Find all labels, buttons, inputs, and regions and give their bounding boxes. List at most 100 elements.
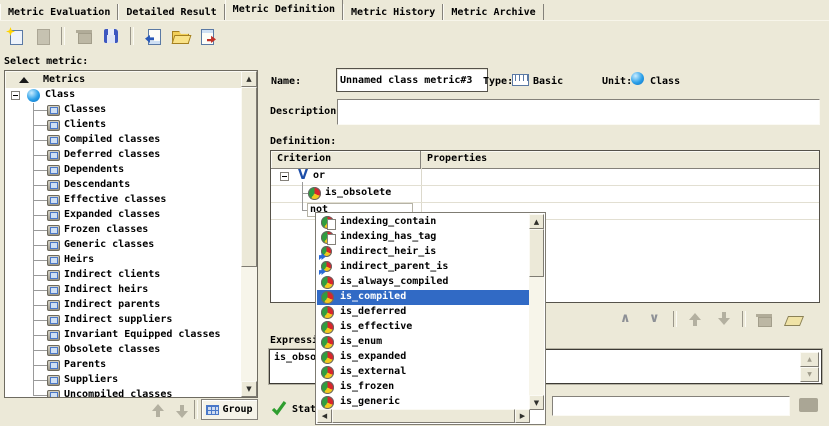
- criterion-icon: [308, 187, 321, 200]
- and-criterion-button[interactable]: [615, 308, 637, 330]
- toolbar-separator: [673, 311, 677, 327]
- class-unit-icon: [27, 89, 40, 102]
- dropdown-scroll-up-button[interactable]: ▲: [529, 214, 544, 229]
- criterion-icon: [321, 366, 334, 379]
- tree-item-suppliers[interactable]: Suppliers: [5, 373, 241, 388]
- criterion-icon: [321, 396, 334, 409]
- group-icon: [206, 405, 219, 415]
- tab-metric-archive[interactable]: Metric Archive: [443, 4, 543, 21]
- criterion-toolbar: [560, 309, 804, 329]
- dropdown-item-label: is_external: [340, 366, 406, 377]
- column-header-properties[interactable]: Properties: [421, 151, 819, 168]
- scroll-down-button[interactable]: ▼: [241, 381, 257, 397]
- name-input[interactable]: [336, 68, 488, 92]
- dropdown-scroll-left-button[interactable]: ◀: [317, 409, 332, 423]
- tree-item-indirect-suppliers[interactable]: Indirect suppliers: [5, 313, 241, 328]
- dropdown-item-indirect-heir-is[interactable]: indirect_heir_is: [317, 245, 530, 260]
- copy-metric-button[interactable]: [31, 25, 53, 47]
- tree-item-uncompiled-classes[interactable]: Uncompiled classes: [5, 388, 241, 397]
- dropdown-item-label: is_always_compiled: [340, 276, 448, 287]
- expression-scroll-up-button[interactable]: ▲: [800, 352, 819, 367]
- tree-item-heirs[interactable]: Heirs: [5, 253, 241, 268]
- tree-item-clients[interactable]: Clients: [5, 118, 241, 133]
- dropdown-item-is-enum[interactable]: is_enum: [317, 335, 530, 350]
- dropdown-scroll-thumb[interactable]: [529, 229, 544, 277]
- clear-criteria-button[interactable]: [782, 308, 804, 330]
- status-comment-icon[interactable]: [799, 398, 818, 412]
- metric-icon: [47, 255, 60, 266]
- column-header-criterion[interactable]: Criterion: [271, 151, 421, 168]
- tree-item-obsolete-classes[interactable]: Obsolete classes: [5, 343, 241, 358]
- open-metric-file-button[interactable]: [169, 25, 191, 47]
- criterion-row-or[interactable]: V or: [271, 168, 819, 185]
- metric-icon: [47, 240, 60, 251]
- status-message-field[interactable]: [552, 396, 790, 416]
- export-metrics-button[interactable]: [196, 25, 218, 47]
- dropdown-item-is-expanded[interactable]: is_expanded: [317, 350, 530, 365]
- tree-item-descendants[interactable]: Descendants: [5, 178, 241, 193]
- tree-item-indirect-parents[interactable]: Indirect parents: [5, 298, 241, 313]
- tree-item-classes[interactable]: Classes: [5, 103, 241, 118]
- tab-metric-evaluation[interactable]: Metric Evaluation: [0, 4, 118, 21]
- tree-item-indirect-heirs[interactable]: Indirect heirs: [5, 283, 241, 298]
- tree-item-expanded-classes[interactable]: Expanded classes: [5, 208, 241, 223]
- tree-item-label: Obsolete classes: [64, 344, 160, 355]
- criterion-icon: [321, 276, 334, 289]
- tree-item-indirect-clients[interactable]: Indirect clients: [5, 268, 241, 283]
- dropdown-hscroll-thumb[interactable]: [332, 409, 515, 423]
- tree-item-effective-classes[interactable]: Effective classes: [5, 193, 241, 208]
- dropdown-vertical-scrollbar[interactable]: ▲ ▼: [529, 214, 544, 410]
- description-input[interactable]: [337, 99, 820, 125]
- dropdown-item-is-effective[interactable]: is_effective: [317, 320, 530, 335]
- dropdown-item-is-compiled[interactable]: is_compiled: [317, 290, 530, 305]
- delete-metric-button[interactable]: [73, 25, 95, 47]
- scroll-up-button[interactable]: ▲: [241, 71, 257, 87]
- tree-item-dependents[interactable]: Dependents: [5, 163, 241, 178]
- dropdown-item-indexing-contain[interactable]: indexing_contain: [317, 215, 530, 230]
- dropdown-horizontal-scrollbar[interactable]: ◀ ▶: [317, 409, 530, 423]
- dropdown-item-is-external[interactable]: is_external: [317, 365, 530, 380]
- metrics-column-header[interactable]: Metrics: [5, 71, 241, 89]
- tree-item-frozen-classes[interactable]: Frozen classes: [5, 223, 241, 238]
- collapse-icon[interactable]: [280, 172, 289, 181]
- tab-metric-definition[interactable]: Metric Definition: [225, 0, 343, 21]
- save-metric-button[interactable]: [100, 25, 122, 47]
- dropdown-item-indirect-parent-is[interactable]: indirect_parent_is: [317, 260, 530, 275]
- dropdown-item-indexing-has-tag[interactable]: indexing_has_tag: [317, 230, 530, 245]
- tab-detailed-result[interactable]: Detailed Result: [118, 4, 224, 21]
- tree-item-deferred-classes[interactable]: Deferred classes: [5, 148, 241, 163]
- new-metric-button[interactable]: [4, 25, 26, 47]
- scroll-thumb[interactable]: [241, 87, 257, 267]
- tab-metric-history[interactable]: Metric History: [343, 4, 443, 21]
- move-metric-down-button[interactable]: [174, 402, 192, 420]
- tree-item-compiled-classes[interactable]: Compiled classes: [5, 133, 241, 148]
- move-metric-up-button[interactable]: [150, 402, 168, 420]
- move-criterion-down-button[interactable]: [713, 308, 735, 330]
- tree-item-label: Parents: [64, 359, 106, 370]
- dropdown-scroll-down-button[interactable]: ▼: [529, 395, 544, 410]
- tree-item-generic-classes[interactable]: Generic classes: [5, 238, 241, 253]
- dropdown-item-is-frozen[interactable]: is_frozen: [317, 380, 530, 395]
- dropdown-scroll-right-button[interactable]: ▶: [515, 409, 530, 423]
- move-criterion-up-button[interactable]: [684, 308, 706, 330]
- dropdown-item-is-always-compiled[interactable]: is_always_compiled: [317, 275, 530, 290]
- or-operator-icon: V: [298, 168, 308, 183]
- or-criterion-button[interactable]: [644, 308, 666, 330]
- criterion-row-is-obsolete[interactable]: is_obsolete: [271, 185, 819, 202]
- metric-icon: [47, 390, 60, 397]
- tree-item-parents[interactable]: Parents: [5, 358, 241, 373]
- tree-item-invariant-equipped-classes[interactable]: Invariant Equipped classes: [5, 328, 241, 343]
- tree-scrollbar[interactable]: ▲ ▼: [241, 71, 257, 397]
- tree-item-class-root[interactable]: Class: [5, 88, 241, 103]
- group-toggle-button[interactable]: Group: [201, 399, 258, 420]
- dropdown-item-is-deferred[interactable]: is_deferred: [317, 305, 530, 320]
- collapse-icon[interactable]: [11, 91, 20, 100]
- expression-scroll-down-button[interactable]: ▼: [800, 367, 819, 382]
- or-criterion-icon: [647, 311, 663, 327]
- dropdown-item-is-generic[interactable]: is_generic: [317, 395, 530, 410]
- import-metrics-button[interactable]: [142, 25, 164, 47]
- description-label: Description: [270, 106, 336, 117]
- delete-criterion-button[interactable]: [753, 308, 775, 330]
- new-metric-icon: [6, 27, 24, 45]
- criterion-icon: [321, 381, 334, 394]
